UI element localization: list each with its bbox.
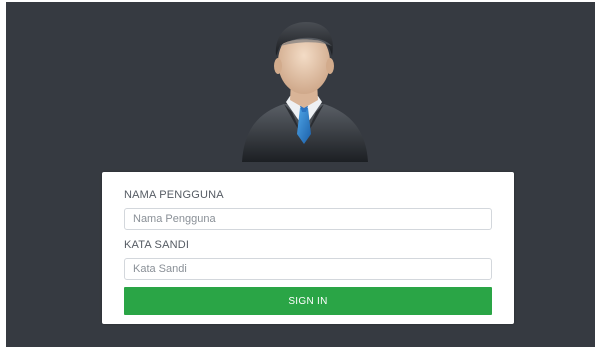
- password-label: KATA SANDI: [124, 239, 190, 251]
- sign-in-button[interactable]: SIGN IN: [124, 287, 492, 315]
- password-input[interactable]: [124, 258, 492, 280]
- username-input[interactable]: [124, 208, 492, 230]
- login-screen: NAMA PENGGUNA KATA SANDI SIGN IN: [6, 2, 595, 347]
- username-label: NAMA PENGGUNA: [124, 189, 224, 201]
- user-avatar-icon: [234, 16, 374, 162]
- login-form: NAMA PENGGUNA KATA SANDI SIGN IN: [102, 172, 514, 324]
